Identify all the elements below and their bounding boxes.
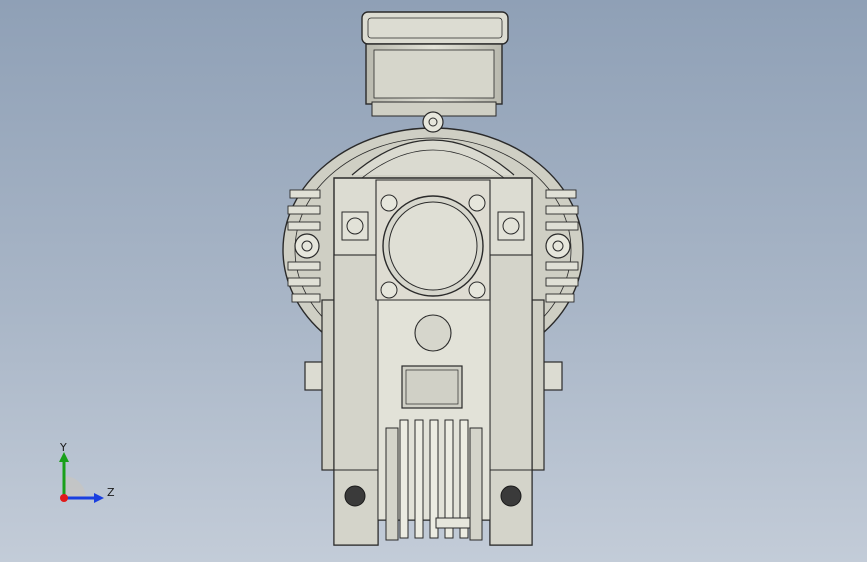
y-axis-label: Y: [59, 441, 67, 454]
x-axis-dot: [60, 494, 68, 502]
axis-triad: Y Z: [59, 441, 115, 503]
z-axis-label: Z: [107, 486, 115, 499]
graphics-viewport[interactable]: Y Z: [0, 0, 867, 562]
gear-motor-model[interactable]: [0, 0, 867, 562]
z-axis-arrow: [94, 493, 104, 503]
gearbox-body: [321, 177, 545, 546]
triad-plane: [64, 476, 86, 498]
terminal-box: [361, 11, 509, 117]
